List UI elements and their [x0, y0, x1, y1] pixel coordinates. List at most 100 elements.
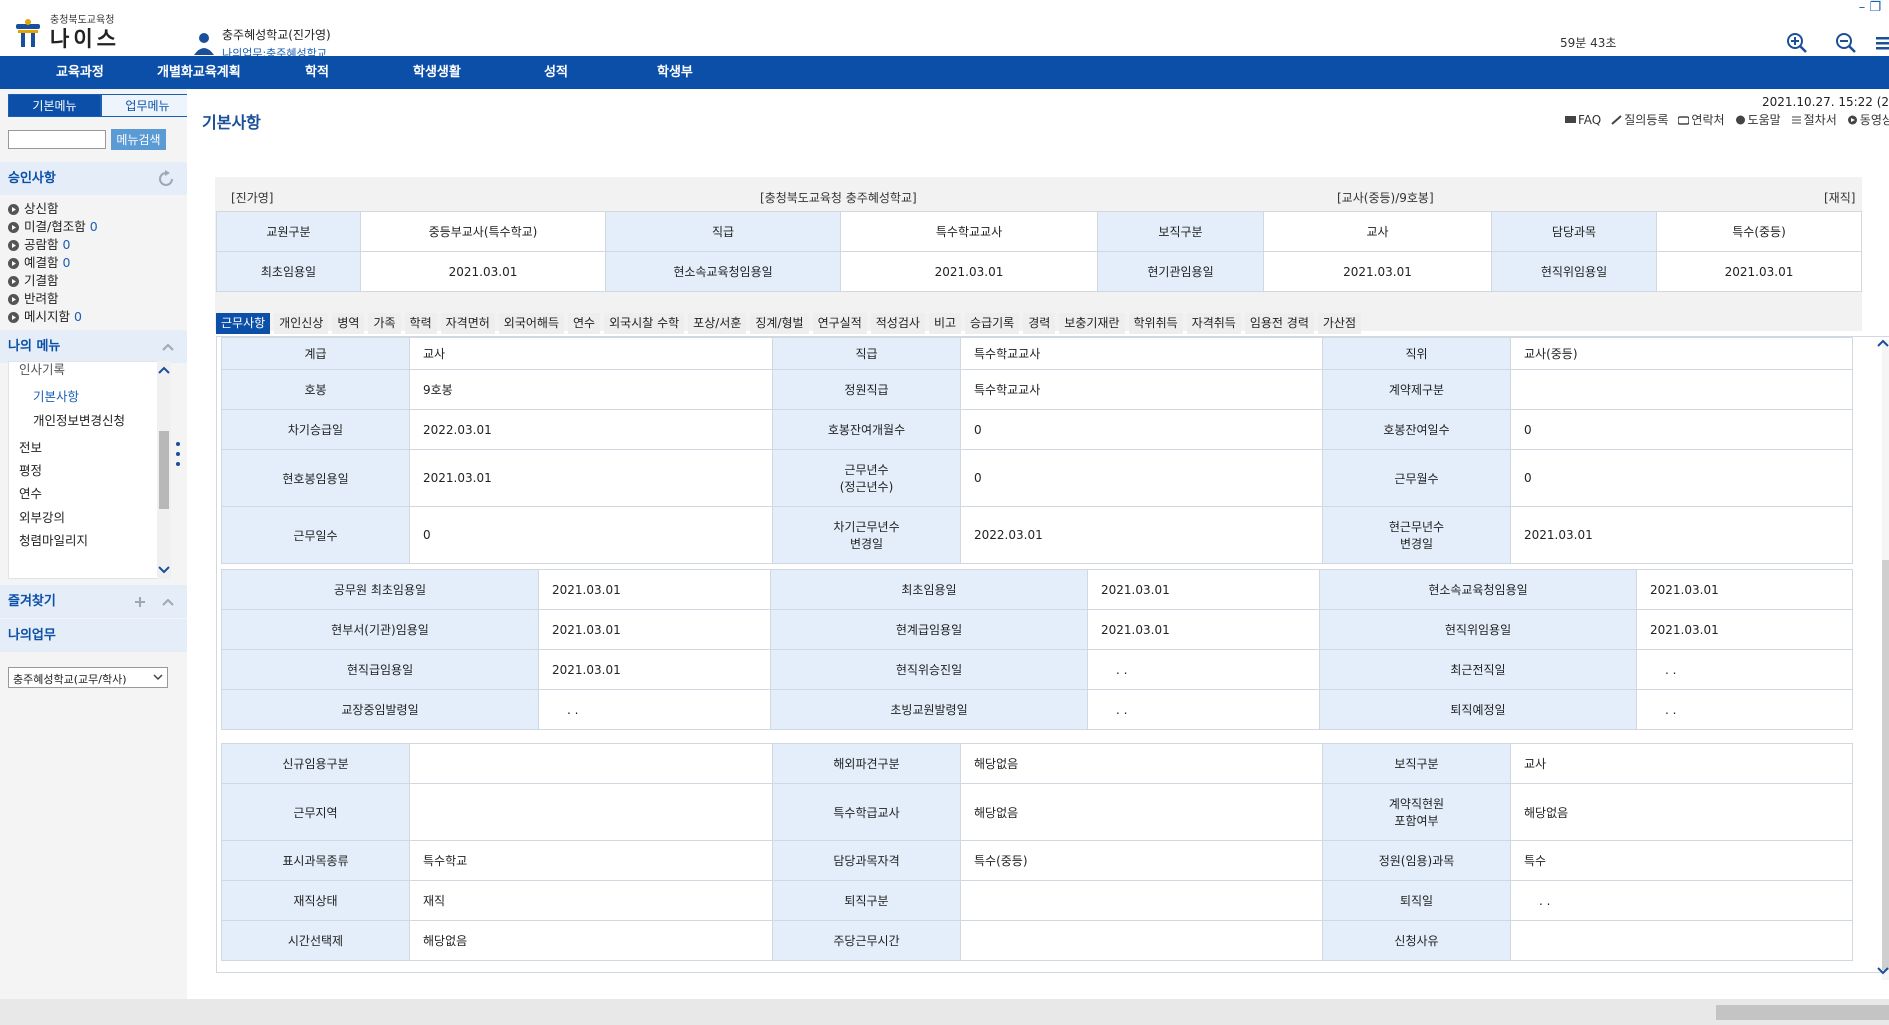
- panel-resize-handle-icon[interactable]: [175, 441, 181, 467]
- table-row: 근무일수 0 차기근무년수 변경일 2022.03.01 현근무년수 변경일 2021…: [221, 506, 1853, 564]
- procedure-link[interactable]: 절차서: [1791, 111, 1837, 128]
- approval-item-messages[interactable]: 메시지함 0: [8, 308, 98, 326]
- bottom-scroll-area: [0, 999, 1889, 1025]
- approval-item-circulation[interactable]: 공람함 0: [8, 236, 98, 254]
- approval-item-scheduled[interactable]: 예결함 0: [8, 254, 98, 272]
- plus-icon[interactable]: [133, 596, 147, 608]
- menu-search-input[interactable]: [8, 130, 106, 149]
- chevron-up-icon[interactable]: [161, 596, 175, 608]
- main-scroll-thumb[interactable]: [1882, 560, 1889, 970]
- logo-icon: [16, 19, 40, 47]
- tab-remarks[interactable]: 비고: [928, 313, 962, 334]
- table-row: 최초임용일 2021.03.01 현소속교육청임용일 2021.03.01 현기…: [216, 251, 1862, 292]
- logo-org-name: 충청북도교육청: [50, 15, 115, 26]
- nav-student-register[interactable]: 학생부: [657, 56, 693, 89]
- table-row: 재직상태 재직 퇴직구분 퇴직일. .: [221, 880, 1853, 921]
- work-details-panel[interactable]: 계급 교사 직급 특수학교교사 직위 교사(중등) 호봉 9호봉 정원직급 특수학교교사 …: [216, 336, 1889, 973]
- tree-item-training[interactable]: 연수: [19, 483, 42, 502]
- approval-item-submitted[interactable]: 상신함: [8, 200, 98, 218]
- tab-foreign-language[interactable]: 외국어해득: [498, 313, 564, 334]
- employment-status-table: 신규임용구분 해외파견구분 해당없음 보직구분 교사 근무지역 특수학급교사 해당없음…: [221, 743, 1853, 961]
- work-info-table: 계급 교사 직급 특수학교교사 직위 교사(중등) 호봉 9호봉 정원직급 특수학교교사 …: [221, 337, 1853, 564]
- tree-item-evaluation[interactable]: 평정: [19, 460, 42, 479]
- page-title: 기본사항: [202, 113, 261, 132]
- hamburger-menu-icon[interactable]: [1876, 32, 1889, 54]
- tab-career[interactable]: 경력: [1023, 313, 1056, 334]
- tab-military[interactable]: 병역: [332, 313, 365, 334]
- tab-degrees[interactable]: 학위취득: [1128, 313, 1183, 334]
- table-row: 계급 교사 직급 특수학교교사 직위 교사(중등): [221, 337, 1853, 370]
- my-menu-tree: 인사기록 기본사항 개인정보변경신청 전보 평정 연수 외부강의 청렴마일리지: [8, 361, 168, 579]
- zoom-in-icon[interactable]: [1786, 32, 1808, 54]
- minimize-icon[interactable]: –: [1859, 0, 1866, 15]
- help-link[interactable]: 도움말: [1735, 111, 1781, 128]
- approval-item-pending[interactable]: 미결/협조함 0: [8, 218, 98, 236]
- tree-item-external-lecture[interactable]: 외부강의: [19, 507, 65, 526]
- table-row: 현호봉임용일 2021.03.01 근무년수 (정근년수) 0 근무월수 0: [221, 449, 1853, 507]
- tab-licenses[interactable]: 자격면허: [440, 313, 495, 334]
- table-row: 차기승급일 2022.03.01 호봉잔여개월수 0 호봉잔여일수 0: [221, 409, 1853, 450]
- tab-awards[interactable]: 포상/서훈: [688, 313, 747, 334]
- summary-position: [교사(중등)/9호봉]: [1337, 191, 1434, 205]
- tab-aptitude[interactable]: 적성검사: [870, 313, 925, 334]
- tab-work-menu[interactable]: 업무메뉴: [101, 94, 194, 117]
- tab-education[interactable]: 학력: [404, 313, 437, 334]
- horizontal-scroll-thumb[interactable]: [1716, 1005, 1889, 1020]
- nav-grades[interactable]: 성적: [544, 56, 568, 89]
- tree-item-integrity-mileage[interactable]: 청렴마일리지: [19, 530, 88, 549]
- video-link[interactable]: 동영상: [1847, 111, 1889, 128]
- tab-qualifications[interactable]: 자격취득: [1186, 313, 1241, 334]
- table-row: 교원구분 중등부교사(특수학교) 직급 특수학교교사 보직구분 교사 담당과목 …: [216, 211, 1862, 252]
- tab-supplementary[interactable]: 보충기재란: [1059, 313, 1125, 334]
- neis-logo[interactable]: 충청북도교육청 나이스: [12, 16, 120, 50]
- approvals-header[interactable]: 승인사항: [0, 162, 187, 195]
- document-icon: [1791, 116, 1801, 123]
- scroll-down-arrow-icon[interactable]: [158, 565, 170, 575]
- scroll-down-arrow-icon[interactable]: [1877, 966, 1889, 976]
- tab-promotion[interactable]: 승급기록: [965, 313, 1020, 334]
- session-timer: 59분 43초: [1560, 36, 1617, 50]
- refresh-icon[interactable]: [157, 170, 175, 188]
- tab-family[interactable]: 가족: [368, 313, 401, 334]
- tree-item-basic-info[interactable]: 기본사항: [33, 386, 79, 405]
- table-row: 공무원 최초임용일 2021.03.01 최초임용일 2021.03.01 현소속교…: [221, 569, 1853, 610]
- tree-item-personnel-records[interactable]: 인사기록: [19, 362, 65, 378]
- tab-basic-menu[interactable]: 기본메뉴: [8, 94, 101, 117]
- tab-research[interactable]: 연구실적: [812, 313, 867, 334]
- my-menu-header[interactable]: 나의 메뉴: [0, 330, 187, 363]
- tab-prior-career[interactable]: 임용전 경력: [1244, 313, 1314, 334]
- approvals-title: 승인사항: [8, 171, 56, 186]
- favorites-header[interactable]: 즐겨찾기: [0, 585, 187, 618]
- summary-organization: [충청북도교육청 충주혜성학교]: [760, 191, 917, 205]
- table-row: 시간선택제 해당없음 주당근무시간 신청사유: [221, 920, 1853, 961]
- organization-select[interactable]: 충주혜성학교(교무/학사): [8, 667, 168, 688]
- scroll-up-arrow-icon[interactable]: [1877, 338, 1889, 348]
- tab-overseas-study[interactable]: 외국시찰 수학: [604, 313, 685, 334]
- play-icon: [1847, 115, 1857, 124]
- nav-individual-education-plan[interactable]: 개별화교육계획: [157, 56, 241, 89]
- window-controls: – ❐: [1859, 0, 1881, 15]
- approval-item-rejected[interactable]: 반려함: [8, 290, 98, 308]
- tab-personal[interactable]: 개인신상: [274, 313, 329, 334]
- tab-work-details[interactable]: 근무사항: [216, 313, 271, 334]
- inquiry-link[interactable]: 질의등록: [1611, 111, 1668, 128]
- zoom-out-icon[interactable]: [1835, 32, 1857, 54]
- scroll-up-arrow-icon[interactable]: [158, 365, 170, 375]
- menu-search-button[interactable]: 메뉴검색: [111, 129, 166, 150]
- chevron-up-icon[interactable]: [161, 341, 175, 353]
- contacts-link[interactable]: 연락처: [1678, 111, 1725, 128]
- restore-icon[interactable]: ❐: [1869, 0, 1881, 15]
- nav-curriculum[interactable]: 교육과정: [56, 56, 104, 89]
- tab-training[interactable]: 연수: [568, 313, 601, 334]
- tab-bonus-points[interactable]: 가산점: [1317, 313, 1361, 334]
- approval-item-completed[interactable]: 기결함: [8, 272, 98, 290]
- faq-link[interactable]: FAQ: [1565, 111, 1601, 128]
- my-menu-scroll-thumb[interactable]: [159, 431, 169, 509]
- tree-item-transfer[interactable]: 전보: [19, 437, 42, 456]
- nav-school-records[interactable]: 학적: [305, 56, 329, 89]
- tab-discipline[interactable]: 징계/형벌: [750, 313, 809, 334]
- my-work-header[interactable]: 나의업무: [0, 619, 187, 652]
- tree-item-personal-info-change[interactable]: 개인정보변경신청: [33, 410, 125, 429]
- left-sidebar: 기본메뉴 업무메뉴 메뉴검색 승인사항 상신함 미결/협조함 0 공람함 0 예결함…: [0, 89, 194, 999]
- nav-student-life[interactable]: 학생생활: [413, 56, 461, 89]
